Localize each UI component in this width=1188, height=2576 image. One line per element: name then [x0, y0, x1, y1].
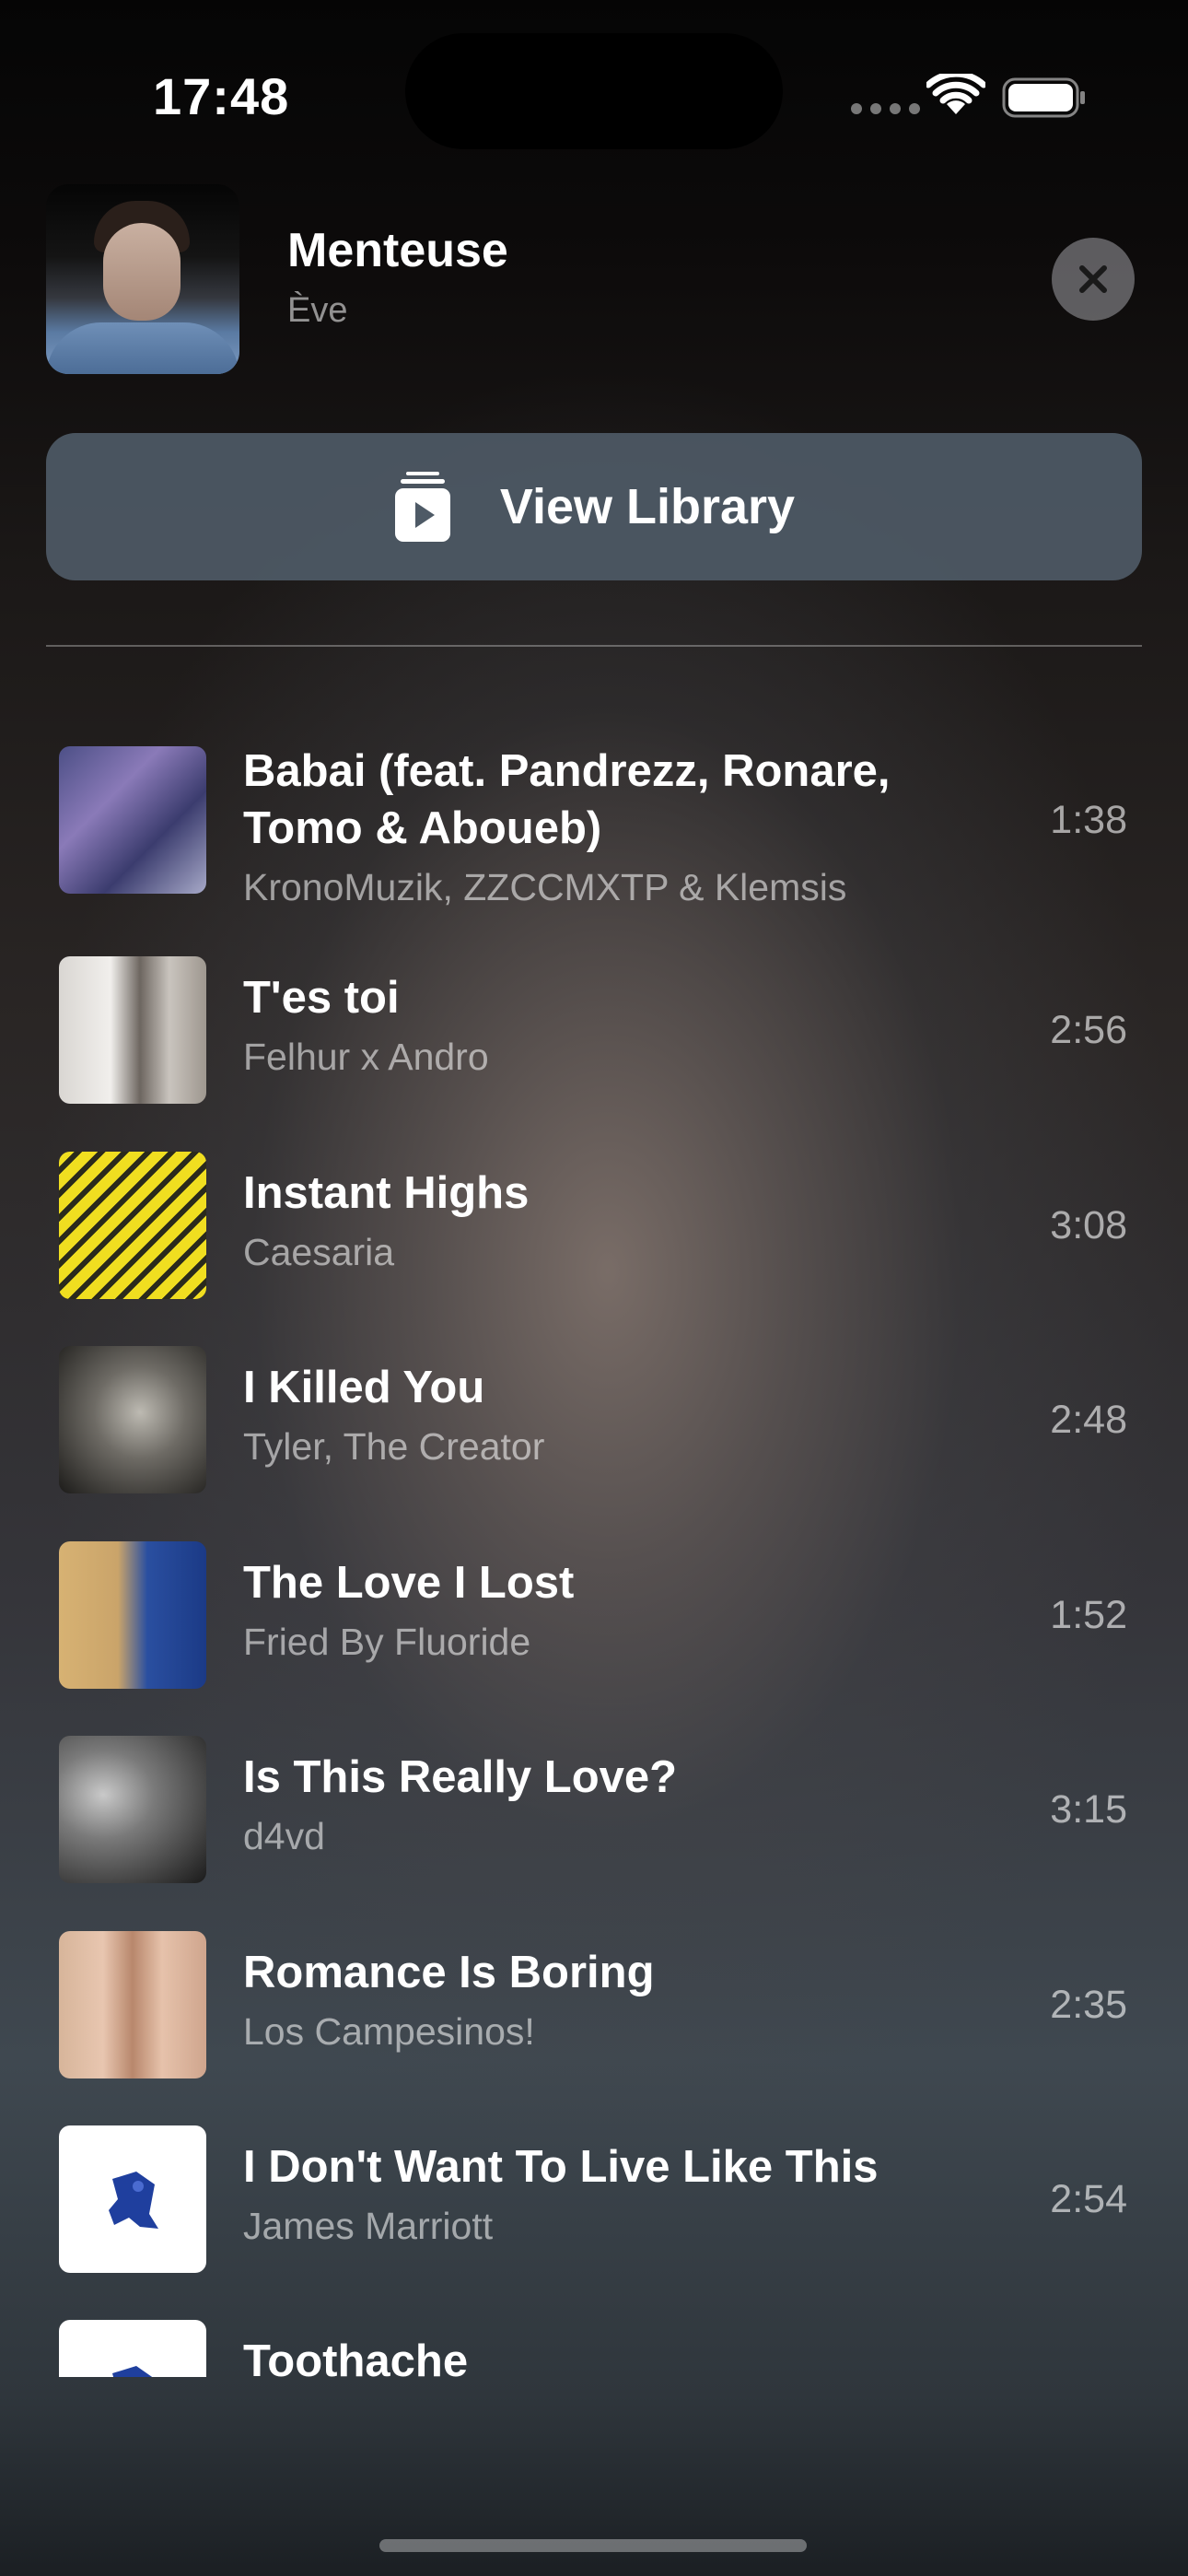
- track-artwork: [59, 1931, 206, 2078]
- music-library-icon: [394, 472, 450, 542]
- track-artist: KronoMuzik, ZZCCMXTP & Klemsis: [243, 866, 847, 908]
- track-duration: 2:35: [1050, 1983, 1127, 2027]
- now-playing-title: Menteuse: [287, 224, 508, 277]
- track-row[interactable]: Is This Really Love? d4vd 3:15: [0, 1736, 1188, 1920]
- track-artwork: [59, 1541, 206, 1689]
- blue-figure-icon: [109, 2172, 158, 2229]
- status-bar: 17:48: [0, 0, 1188, 184]
- track-duration: 2:54: [1050, 2177, 1127, 2221]
- track-row[interactable]: I Don't Want To Live Like This James Mar…: [0, 2125, 1188, 2310]
- track-duration: 1:38: [1050, 798, 1127, 842]
- now-playing-artist: Ève: [287, 291, 348, 330]
- now-playing-artwork: [46, 184, 239, 374]
- track-artwork: [59, 2320, 206, 2377]
- track-artwork: [59, 746, 206, 894]
- up-next-list[interactable]: Babai (feat. Pandrezz, Ronare, Tomo & Ab…: [0, 645, 1188, 2377]
- track-title: I Killed You: [243, 1363, 485, 1412]
- track-title: T'es toi: [243, 973, 400, 1023]
- home-indicator[interactable]: [379, 2539, 807, 2552]
- track-row[interactable]: Babai (feat. Pandrezz, Ronare, Tomo & Ab…: [0, 746, 1188, 931]
- track-artist: Los Campesinos!: [243, 2010, 535, 2053]
- track-artwork: [59, 1346, 206, 1493]
- track-artwork: [59, 1152, 206, 1299]
- track-artwork: [59, 2125, 206, 2273]
- track-artist: Caesaria: [243, 1231, 395, 1273]
- track-artist: Tyler, The Creator: [243, 1425, 545, 1468]
- track-duration: 1:52: [1050, 1593, 1127, 1637]
- track-title: Instant Highs: [243, 1168, 530, 1218]
- track-row[interactable]: The Love I Lost Fried By Fluoride 1:52: [0, 1541, 1188, 1726]
- wifi-icon: [926, 74, 985, 114]
- track-duration: 3:08: [1050, 1203, 1127, 1247]
- track-artist: Fried By Fluoride: [243, 1621, 531, 1663]
- track-row[interactable]: Romance Is Boring Los Campesinos! 2:35: [0, 1931, 1188, 2115]
- view-library-button[interactable]: View Library: [46, 433, 1142, 580]
- track-artist: d4vd: [243, 1815, 325, 1857]
- track-artist: James Marriott: [243, 2205, 494, 2247]
- track-artwork: [59, 956, 206, 1104]
- track-title: Toothache: [243, 2336, 469, 2377]
- track-title: I Don't Want To Live Like This: [243, 2142, 879, 2192]
- track-duration: 2:56: [1050, 1008, 1127, 1052]
- track-title: The Love I Lost: [243, 1558, 575, 1608]
- blue-figure-icon: [112, 2366, 153, 2377]
- track-row[interactable]: Toothache: [0, 2320, 1188, 2377]
- track-row[interactable]: T'es toi Felhur x Andro 2:56: [0, 956, 1188, 1141]
- battery-icon: [1002, 77, 1085, 118]
- track-duration: 3:15: [1050, 1787, 1127, 1832]
- now-playing-header: Menteuse Ève: [46, 184, 1142, 378]
- track-title: Is This Really Love?: [243, 1752, 678, 1802]
- cellular-signal-icon: [851, 103, 920, 114]
- track-duration: 2:48: [1050, 1398, 1127, 1442]
- status-time: 17:48: [153, 67, 290, 125]
- track-artist: Felhur x Andro: [243, 1036, 489, 1078]
- dynamic-island: [405, 33, 783, 149]
- track-row[interactable]: I Killed You Tyler, The Creator 2:48: [0, 1346, 1188, 1530]
- track-title: Romance Is Boring: [243, 1948, 655, 1997]
- view-library-label: View Library: [499, 479, 796, 534]
- track-title: Babai (feat. Pandrezz, Ronare, Tomo & Ab…: [243, 746, 891, 853]
- close-icon: [1079, 265, 1107, 293]
- track-artwork: [59, 1736, 206, 1883]
- track-row[interactable]: Instant Highs Caesaria 3:08: [0, 1152, 1188, 1336]
- close-button[interactable]: [1052, 238, 1135, 321]
